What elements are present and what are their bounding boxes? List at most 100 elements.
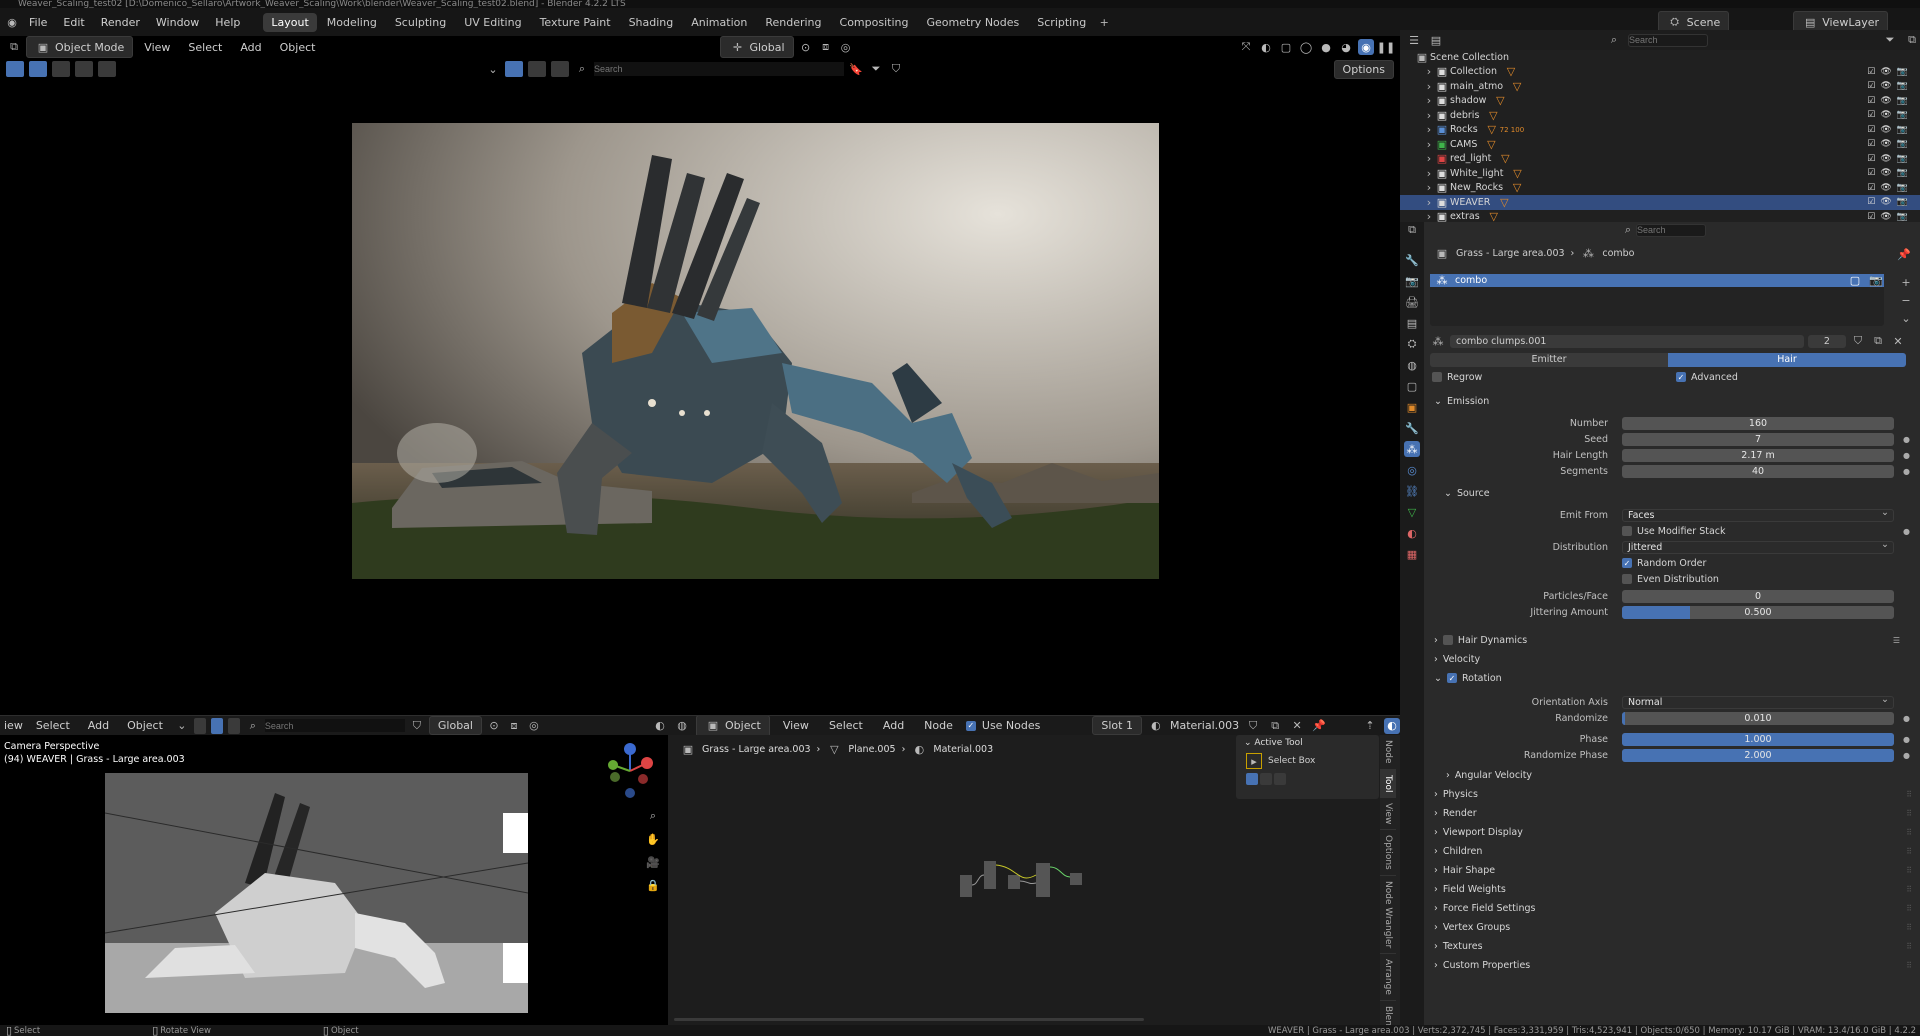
modifier-properties-icon[interactable]: 🔧: [1404, 420, 1420, 436]
node-menu-add[interactable]: Add: [876, 717, 911, 734]
overlay-icon[interactable]: ◐: [1258, 39, 1274, 55]
source-panel-header[interactable]: ⌄ Source: [1444, 488, 1490, 499]
viewport-menu-add[interactable]: Add: [233, 39, 268, 56]
tool-mode-extend-icon[interactable]: [1260, 773, 1272, 785]
menu-file[interactable]: File: [22, 14, 54, 31]
workspace-tab-geometry-nodes[interactable]: Geometry Nodes: [918, 13, 1027, 32]
outliner-item-weaver[interactable]: › ▣ WEAVER ▽ ☑ 👁 📷: [1400, 195, 1920, 210]
render-camera-icon[interactable]: 📷: [1897, 110, 1908, 120]
new-collection-icon[interactable]: ⧉: [1904, 32, 1920, 48]
visibility-eye-icon[interactable]: 👁: [1880, 139, 1891, 149]
even-distribution-checkbox[interactable]: [1622, 574, 1632, 584]
shading-material-icon[interactable]: ◕: [1338, 39, 1354, 55]
tool-settings-icon[interactable]: 🔧: [1404, 252, 1420, 268]
remove-particle-system-icon[interactable]: −: [1898, 292, 1914, 308]
add-particle-system-icon[interactable]: +: [1898, 274, 1914, 290]
node-editor-canvas[interactable]: ▣ Grass - Large area.003 › ▽ Plane.005 ›…: [668, 735, 1400, 1025]
display-mode-icon[interactable]: ▤: [1428, 32, 1444, 48]
phase-slider[interactable]: 1.000: [1622, 732, 1894, 746]
visibility-eye-icon[interactable]: 👁: [1880, 125, 1891, 135]
particle-properties-icon[interactable]: ⁂: [1404, 441, 1420, 457]
orientation-axis-dropdown[interactable]: Normal: [1622, 694, 1894, 709]
outliner-editor-type-icon[interactable]: ☰: [1406, 32, 1422, 48]
cam-search-input[interactable]: [264, 719, 405, 732]
exclude-checkbox[interactable]: ☑: [1867, 183, 1875, 193]
viewport-menu-select[interactable]: Select: [181, 39, 229, 56]
panel-viewport-display-header[interactable]: › Viewport Display: [1434, 827, 1523, 838]
visibility-eye-icon[interactable]: 👁: [1880, 154, 1891, 164]
select-filter-b-icon[interactable]: [528, 61, 546, 77]
side-tab-options[interactable]: Options: [1380, 830, 1396, 877]
panel-drag-handle-icon[interactable]: ⠿: [1906, 809, 1912, 818]
bookmark-icon[interactable]: 🔖: [848, 61, 864, 77]
workspace-tab-uv-editing[interactable]: UV Editing: [456, 13, 529, 32]
distribution-dropdown[interactable]: Jittered: [1622, 539, 1894, 554]
node-editor-type-icon[interactable]: ◍: [674, 718, 690, 734]
panel-drag-handle-icon[interactable]: ⠿: [1906, 885, 1912, 894]
active-tool-header[interactable]: ⌄ Active Tool: [1236, 735, 1379, 751]
workspace-tab-sculpting[interactable]: Sculpting: [387, 13, 454, 32]
exclude-checkbox[interactable]: ☑: [1867, 81, 1875, 91]
tool-mode-new-icon[interactable]: [1246, 773, 1258, 785]
3d-viewport[interactable]: [0, 80, 1400, 715]
fake-user-icon[interactable]: ⛉: [1245, 718, 1261, 734]
tool-mode-subtract-icon[interactable]: [1274, 773, 1286, 785]
render-camera-icon[interactable]: 📷: [1897, 197, 1908, 207]
pivot-icon[interactable]: ⊙: [798, 39, 814, 55]
select-mode-subtract-icon[interactable]: [75, 61, 93, 77]
cam-proportional-icon[interactable]: ◎: [526, 718, 542, 734]
seed-keyframe-icon[interactable]: ●: [1903, 435, 1910, 444]
panel-render-header[interactable]: › Render: [1434, 808, 1477, 819]
side-tab-node-wrangler[interactable]: Node Wrangler: [1380, 876, 1396, 955]
hair-dynamics-checkbox[interactable]: [1442, 635, 1453, 645]
render-camera-icon[interactable]: 📷: [1897, 212, 1908, 222]
node-menu-node[interactable]: Node: [917, 717, 960, 734]
cam-menu-object[interactable]: Object: [120, 717, 170, 734]
select-mode-invert-icon[interactable]: [98, 61, 116, 77]
cam-select-tool-b-icon[interactable]: [210, 717, 223, 734]
outliner-item-cams[interactable]: › ▣ CAMS ▽ ☑ 👁 📷: [1400, 137, 1920, 152]
filter-chevron-icon[interactable]: ⌄: [485, 61, 501, 77]
cam-menu-view[interactable]: iew: [2, 717, 25, 734]
cam-overlay-icon[interactable]: ◐: [652, 718, 668, 734]
data-properties-icon[interactable]: ▽: [1404, 504, 1420, 520]
rotation-panel-header[interactable]: ⌄ ✓ Rotation: [1434, 673, 1502, 684]
particle-system-item[interactable]: ⁂ combo ▢ 📷: [1430, 274, 1884, 287]
render-properties-icon[interactable]: 📷: [1404, 273, 1420, 289]
pan-hand-icon[interactable]: ✋: [645, 831, 661, 847]
seed-field[interactable]: 7: [1622, 432, 1894, 446]
exclude-checkbox[interactable]: ☑: [1867, 212, 1875, 222]
viewport-menu-object[interactable]: Object: [273, 39, 323, 56]
transform-orientation-dropdown[interactable]: ✛ Global: [720, 36, 794, 58]
select-mode-new-icon[interactable]: [29, 61, 47, 77]
panel-custom-properties-header[interactable]: › Custom Properties: [1434, 960, 1530, 971]
workspace-tab-animation[interactable]: Animation: [683, 13, 755, 32]
workspace-tab-layout[interactable]: Layout: [263, 12, 317, 32]
visibility-eye-icon[interactable]: 👁: [1880, 168, 1891, 178]
node-object-type-dropdown[interactable]: ▣ Object: [696, 716, 770, 735]
exclude-checkbox[interactable]: ☑: [1867, 125, 1875, 135]
node-menu-select[interactable]: Select: [822, 717, 870, 734]
exclude-checkbox[interactable]: ☑: [1867, 168, 1875, 178]
add-workspace-icon[interactable]: +: [1096, 14, 1112, 30]
menu-render[interactable]: Render: [94, 14, 147, 31]
node-graph[interactable]: [958, 855, 1088, 905]
viewport-search-input[interactable]: [594, 62, 844, 76]
settings-unlink-icon[interactable]: ✕: [1890, 333, 1906, 349]
jittering-amount-slider[interactable]: 0.500: [1622, 605, 1894, 619]
particle-settings-users[interactable]: 2: [1807, 334, 1846, 348]
cam-snap-icon[interactable]: ⧈: [506, 718, 522, 734]
node-horizontal-scrollbar[interactable]: [674, 1018, 1144, 1021]
select-box-icon[interactable]: ▸: [1246, 753, 1262, 769]
render-camera-icon[interactable]: 📷: [1897, 125, 1908, 135]
randomize-phase-slider[interactable]: 2.000: [1622, 748, 1894, 762]
camera-icon[interactable]: 🎥: [645, 854, 661, 870]
outliner-item-debris[interactable]: › ▣ debris ▽ ☑ 👁 📷: [1400, 108, 1920, 123]
outliner-filter-icon[interactable]: ⏷: [1882, 32, 1898, 48]
segments-field[interactable]: 40: [1622, 464, 1894, 478]
options-dropdown[interactable]: Options: [1333, 59, 1394, 79]
outliner-item-red-light[interactable]: › ▣ red_light ▽ ☑ 👁 📷: [1400, 152, 1920, 167]
filter-funnel-icon[interactable]: ⏷: [868, 61, 884, 77]
particles-face-field[interactable]: 0: [1622, 589, 1894, 603]
select-tool-icon[interactable]: [6, 61, 24, 77]
